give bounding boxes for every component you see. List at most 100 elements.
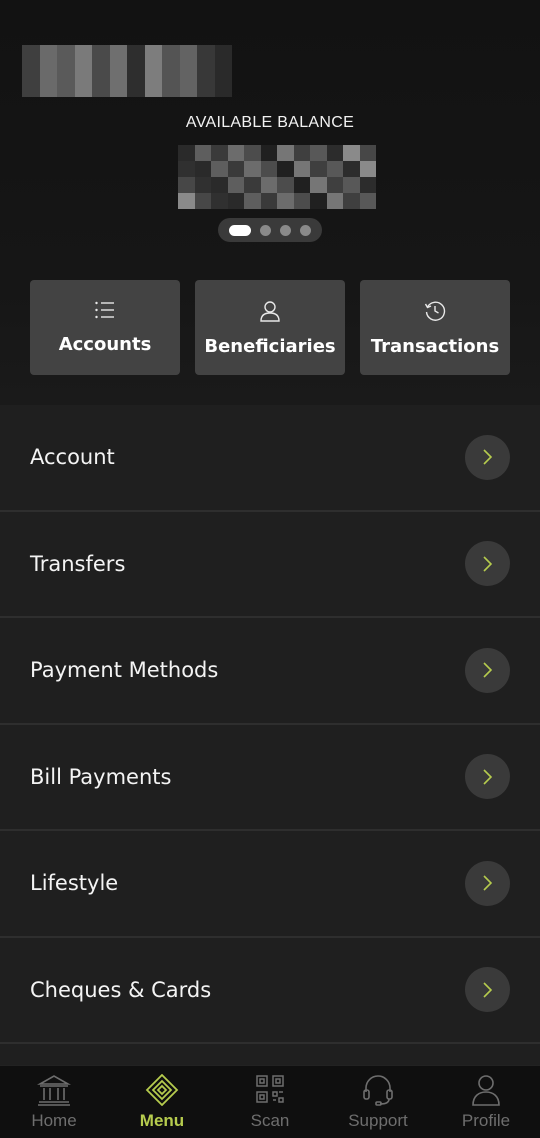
redaction-pixel (211, 161, 228, 177)
nav-support[interactable]: Support (324, 1066, 432, 1138)
redaction-pixel (277, 193, 294, 209)
redaction-pixel (214, 62, 232, 80)
carousel-dot[interactable] (229, 224, 251, 236)
beneficiaries-button[interactable]: Beneficiaries (195, 280, 345, 375)
redaction-pixel (260, 193, 277, 209)
accounts-button-label: Accounts (58, 334, 152, 355)
redaction-pixel (359, 145, 376, 161)
redaction-pixel (22, 45, 40, 63)
menu-item-label: Lifestyle (30, 871, 119, 896)
redaction-pixel (293, 177, 310, 193)
redaction-pixel (359, 193, 376, 209)
history-icon (424, 301, 446, 321)
carousel-dot[interactable] (280, 224, 291, 236)
redaction-pixel (109, 79, 127, 97)
main-menu: Account Transfers Payment Methods Bill P… (0, 405, 540, 1044)
menu-item-label: Bill Payments (30, 764, 172, 789)
menu-item-payment-methods[interactable]: Payment Methods (0, 618, 540, 725)
redaction-pixel (162, 45, 180, 63)
menu-item-cheques-cards[interactable]: Cheques & Cards (0, 937, 540, 1044)
redaction-pixel (179, 79, 197, 97)
redaction-pixel (343, 145, 360, 161)
redaction-pixel (109, 62, 127, 80)
nav-home-label: Home (31, 1111, 77, 1130)
redaction-pixel (178, 193, 195, 209)
redaction-pixel (277, 161, 294, 177)
bank-icon (37, 1075, 71, 1106)
redaction-pixel (39, 45, 57, 63)
transactions-button-label: Transactions (370, 336, 500, 357)
redaction-pixel (162, 62, 180, 80)
redaction-pixel (194, 177, 211, 193)
redaction-pixel (127, 79, 145, 97)
redaction-pixel (144, 79, 162, 97)
redaction-pixel (227, 193, 244, 209)
redaction-pixel (92, 45, 110, 63)
redaction-pixel (22, 62, 40, 80)
redaction-pixel (178, 161, 195, 177)
menu-item-label: Cheques & Cards (30, 977, 212, 1002)
redaction-pixel (277, 177, 294, 193)
redaction-pixel (179, 45, 197, 63)
redaction-pixel (179, 62, 197, 80)
chevron-right-icon[interactable] (465, 434, 510, 480)
nav-support-label: Support (348, 1111, 408, 1130)
redaction-pixel (74, 45, 92, 63)
redaction-pixel (211, 177, 228, 193)
redaction-pixel (178, 177, 195, 193)
menu-item-label: Transfers (30, 551, 126, 576)
redaction-pixel (197, 45, 215, 63)
menu-item-lifestyle[interactable]: Lifestyle (0, 831, 540, 938)
user-icon (472, 1075, 500, 1106)
redaction-pixel (293, 145, 310, 161)
redaction-pixel (162, 79, 180, 97)
nav-menu[interactable]: Menu (108, 1066, 216, 1138)
carousel-dot[interactable] (300, 224, 311, 236)
redaction-pixel (343, 161, 360, 177)
chevron-right-icon[interactable] (465, 967, 510, 1013)
carousel-indicator[interactable] (218, 218, 322, 242)
redaction-pixel (359, 177, 376, 193)
redaction-pixel (227, 145, 244, 161)
redaction-pixel (244, 161, 261, 177)
available-balance-label: AVAILABLE BALANCE (185, 114, 355, 131)
redaction-pixel (197, 62, 215, 80)
nav-profile-label: Profile (461, 1111, 511, 1130)
redaction-pixel (343, 177, 360, 193)
redaction-pixel (39, 62, 57, 80)
redaction-pixel (92, 62, 110, 80)
nav-scan-label: Scan (250, 1111, 290, 1130)
bottom-navigation: Home Menu Scan Support Profile (0, 1065, 540, 1138)
chevron-right-icon[interactable] (465, 647, 510, 693)
nav-home[interactable]: Home (0, 1066, 108, 1138)
nav-scan[interactable]: Scan (216, 1066, 324, 1138)
redaction-pixel (260, 145, 277, 161)
menu-item-account[interactable]: Account (0, 405, 540, 512)
redaction-pixel (310, 177, 327, 193)
accounts-button[interactable]: Accounts (30, 280, 180, 375)
redaction-pixel (144, 45, 162, 63)
redaction-pixel (277, 145, 294, 161)
transactions-button[interactable]: Transactions (360, 280, 510, 375)
menu-item-bill-payments[interactable]: Bill Payments (0, 724, 540, 831)
beneficiaries-button-label: Beneficiaries (204, 336, 336, 357)
menu-item-transfers[interactable]: Transfers (0, 511, 540, 618)
redaction-pixel (194, 145, 211, 161)
chevron-right-icon[interactable] (465, 860, 510, 906)
redaction-pixel (92, 79, 110, 97)
nav-profile[interactable]: Profile (432, 1066, 540, 1138)
redaction-pixel (326, 161, 343, 177)
redaction-pixel (227, 177, 244, 193)
redaction-pixel (22, 79, 40, 97)
menu-item-label: Payment Methods (30, 658, 219, 683)
redaction-pixel (74, 79, 92, 97)
chevron-right-icon[interactable] (465, 754, 510, 800)
redaction-pixel (197, 79, 215, 97)
redaction-pixel (109, 45, 127, 63)
redaction-pixel (244, 177, 261, 193)
redaction-pixel (260, 161, 277, 177)
redaction-pixel (39, 79, 57, 97)
carousel-dot[interactable] (260, 224, 271, 236)
chevron-right-icon[interactable] (465, 541, 510, 587)
redaction-pixel (310, 145, 327, 161)
